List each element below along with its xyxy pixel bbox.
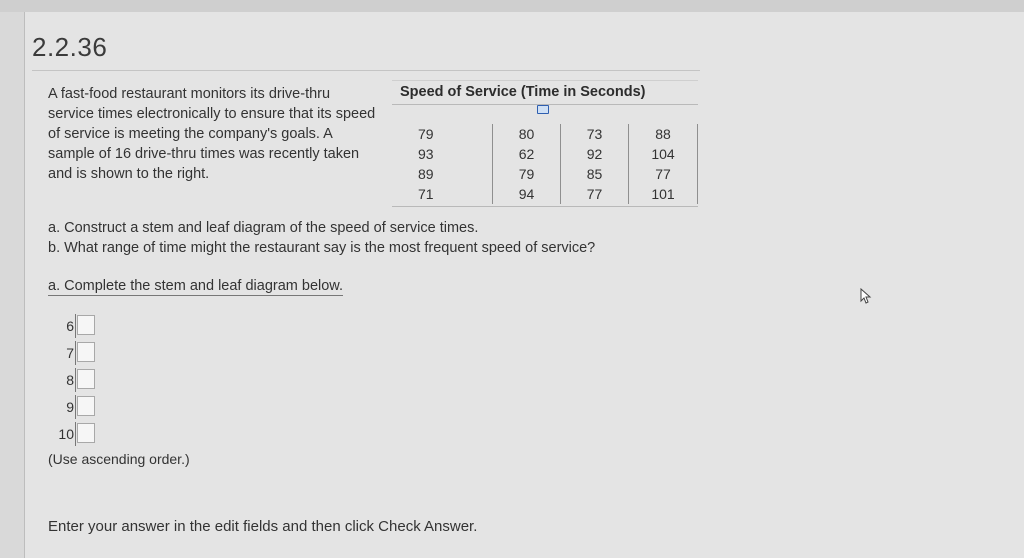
table-cell: 71 — [392, 184, 494, 204]
stem-row: 10 — [48, 422, 108, 446]
table-row: 71 94 77 101 — [392, 184, 698, 204]
table-cell: 85 — [560, 164, 630, 184]
problem-number: 2.2.36 — [32, 32, 108, 62]
leaf-input-field[interactable] — [77, 369, 95, 389]
stem-row: 9 — [48, 395, 108, 419]
question-a: a. Construct a stem and leaf diagram of … — [48, 220, 479, 236]
stem-row: 7 — [48, 341, 108, 365]
stem-label: 10 — [58, 426, 74, 442]
leaf-input-field[interactable] — [77, 342, 95, 362]
table-cell: 80 — [492, 124, 562, 144]
divider — [32, 70, 700, 71]
table-cell: 79 — [392, 124, 494, 144]
problem-intro: A fast-food restaurant monitors its driv… — [48, 86, 376, 182]
top-strip — [0, 0, 1024, 12]
table-cell: 93 — [392, 144, 494, 164]
stem-divider — [75, 368, 76, 392]
footer-instruction: Enter your answer in the edit fields and… — [48, 518, 478, 535]
expand-data-icon[interactable] — [537, 105, 549, 114]
stem-divider — [75, 422, 76, 446]
table-cell: 88 — [628, 124, 698, 144]
table-row: 89 79 85 77 — [392, 164, 698, 184]
table-cell: 94 — [492, 184, 562, 204]
stem-label: 7 — [66, 345, 74, 361]
table-bottom-border — [392, 206, 698, 207]
stem-label: 8 — [66, 372, 74, 388]
stem-divider — [75, 395, 76, 419]
table-cell: 104 — [628, 144, 698, 164]
table-cell: 73 — [560, 124, 630, 144]
table-cell: 101 — [628, 184, 698, 204]
stem-divider — [75, 314, 76, 338]
data-table-container: Speed of Service (Time in Seconds) 79 80 7… — [392, 80, 698, 204]
stem-label: 6 — [66, 318, 74, 334]
stem-row: 6 — [48, 314, 108, 338]
leaf-input-field[interactable] — [77, 315, 95, 335]
stem-row: 8 — [48, 368, 108, 392]
leaf-input-field[interactable] — [77, 423, 95, 443]
table-cell: 77 — [560, 184, 630, 204]
table-cell: 92 — [560, 144, 630, 164]
question-b: b. What range of time might the restaura… — [48, 240, 596, 256]
mouse-cursor-icon — [860, 288, 872, 304]
stem-label: 9 — [66, 399, 74, 415]
speed-of-service-table: 79 80 73 88 93 62 92 104 89 79 85 77 71 94 77 101 — [392, 124, 698, 204]
table-cell: 77 — [628, 164, 698, 184]
ascending-order-note: (Use ascending order.) — [48, 451, 190, 467]
part-a-instruction: a. Complete the stem and leaf diagram be… — [48, 278, 343, 296]
table-row: 93 62 92 104 — [392, 144, 698, 164]
stem-divider — [75, 341, 76, 365]
table-row: 79 80 73 88 — [392, 124, 698, 144]
table-cell: 89 — [392, 164, 494, 184]
table-title: Speed of Service (Time in Seconds) — [392, 80, 698, 105]
table-cell: 62 — [492, 144, 562, 164]
table-cell: 79 — [492, 164, 562, 184]
leaf-input-field[interactable] — [77, 396, 95, 416]
